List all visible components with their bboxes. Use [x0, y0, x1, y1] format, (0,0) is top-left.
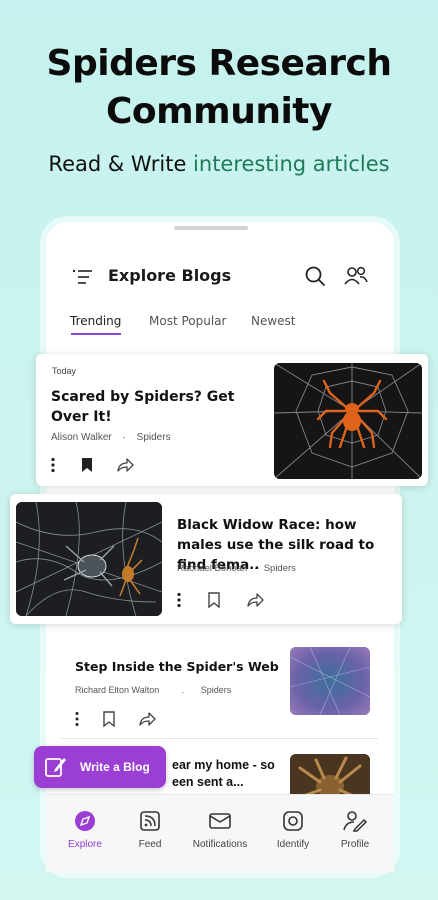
hero-subtitle: Read & Write interesting articles — [0, 152, 438, 176]
edit-note-icon — [44, 755, 68, 779]
purple-web-image — [290, 647, 370, 715]
hero-subtitle-plain: Read & Write — [48, 152, 194, 176]
identify-icon — [283, 811, 303, 831]
article-category[interactable]: Spiders — [201, 685, 232, 695]
meta-separator: · — [122, 432, 126, 443]
explore-icon — [75, 811, 95, 831]
black-widow-image — [16, 502, 162, 616]
meta-separator: . — [181, 685, 185, 695]
more-options-icon[interactable] — [50, 457, 56, 473]
article-thumbnail[interactable] — [290, 754, 370, 794]
list-divider — [60, 738, 378, 739]
nav-feed[interactable]: Feed — [115, 809, 185, 850]
bookmark-filled-icon[interactable] — [80, 457, 94, 473]
write-blog-button[interactable]: Write a Blog — [34, 746, 166, 788]
tab-most-popular[interactable]: Most Popular — [149, 314, 226, 328]
sort-menu-icon[interactable] — [72, 268, 94, 286]
share-icon[interactable] — [138, 711, 156, 727]
hero-title: Spiders Research Community — [0, 40, 438, 136]
spider-web-orange-image — [274, 363, 422, 479]
write-blog-label: Write a Blog — [80, 760, 150, 774]
article-actions — [74, 711, 174, 729]
bottom-nav: Explore Feed Notifications Identify Prof… — [46, 794, 394, 872]
nav-notifications-label: Notifications — [192, 839, 248, 850]
meta-separator: · — [253, 563, 258, 574]
hero-subtitle-accent: interesting articles — [193, 152, 390, 176]
article-title[interactable]: ear my home - so een sent a... — [172, 757, 275, 791]
nav-identify-label: Identify — [276, 839, 310, 850]
feed-icon — [140, 811, 160, 831]
article-title[interactable]: Step Inside the Spider's Web — [75, 659, 279, 674]
article-meta: Rachael Bonoan · Spiders — [177, 563, 296, 574]
article-title-line1: ear my home - so — [172, 758, 275, 772]
nav-notifications[interactable]: Notifications — [185, 809, 255, 850]
article-author[interactable]: Rachael Bonoan — [177, 563, 247, 574]
bookmark-icon[interactable] — [207, 592, 221, 608]
share-icon[interactable] — [116, 457, 134, 473]
bookmark-icon[interactable] — [102, 711, 116, 727]
hero-title-line1: Spiders Research — [46, 43, 392, 84]
tab-newest[interactable]: Newest — [251, 314, 296, 328]
more-options-icon[interactable] — [176, 592, 182, 608]
article-date: Today — [52, 366, 77, 376]
article-author[interactable]: Richard Elton Walton — [75, 685, 159, 695]
article-title[interactable]: Scared by Spiders? Get Over It! — [51, 387, 241, 427]
phone-notch — [174, 226, 248, 230]
article-title-line2: een sent a... — [172, 775, 244, 789]
brown-spider-image — [290, 754, 370, 794]
article-thumbnail[interactable] — [274, 363, 422, 479]
notifications-icon — [209, 813, 231, 829]
search-icon[interactable] — [304, 265, 326, 287]
nav-explore-label: Explore — [68, 839, 102, 850]
hero-title-line2: Community — [106, 91, 332, 132]
share-icon[interactable] — [246, 592, 264, 608]
article-author[interactable]: Alison Walker — [51, 432, 112, 443]
article-meta: Richard Elton Walton . Spiders — [75, 685, 231, 695]
article-meta: Alison Walker · Spiders — [51, 432, 171, 443]
profile-icon — [343, 811, 368, 832]
nav-profile-label: Profile — [340, 839, 370, 850]
article-thumbnail[interactable] — [290, 647, 370, 715]
tab-trending[interactable]: Trending — [70, 314, 121, 328]
community-icon[interactable] — [343, 265, 369, 287]
list-item[interactable]: Step Inside the Spider's Web Richard Elt… — [46, 640, 394, 736]
nav-feed-label: Feed — [138, 839, 162, 850]
nav-identify[interactable]: Identify — [258, 809, 328, 850]
article-actions — [50, 457, 150, 475]
article-thumbnail[interactable] — [16, 502, 162, 616]
article-category[interactable]: Spiders — [137, 432, 171, 443]
article-card[interactable]: Today Scared by Spiders? Get Over It! Al… — [36, 354, 428, 486]
app-header: Explore Blogs — [46, 258, 394, 294]
nav-profile[interactable]: Profile — [320, 809, 390, 850]
page-title: Explore Blogs — [108, 266, 232, 285]
article-card[interactable]: Black Widow Race: how males use the silk… — [10, 494, 402, 624]
active-tab-indicator — [71, 333, 121, 335]
article-category[interactable]: Spiders — [264, 563, 296, 574]
article-actions — [176, 592, 276, 610]
nav-explore[interactable]: Explore — [50, 809, 120, 850]
more-options-icon[interactable] — [74, 711, 80, 727]
